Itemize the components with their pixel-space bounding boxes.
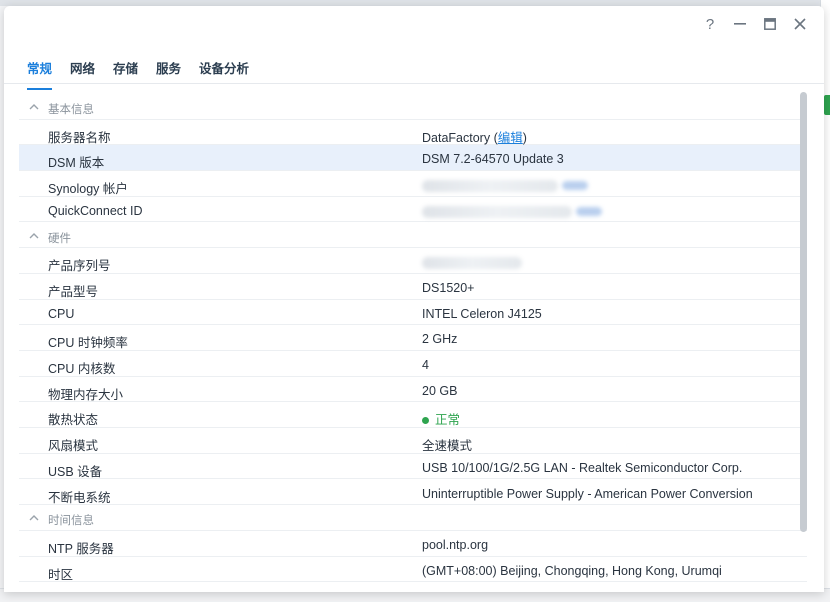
row-label: 风扇模式: [48, 439, 99, 454]
row-ntp-server: NTP 服务器 pool.ntp.org: [19, 531, 807, 557]
section-title: 时间信息: [48, 515, 94, 528]
section-title: 硬件: [48, 232, 71, 245]
redacted-text: [422, 179, 558, 192]
window-controls: ?: [700, 14, 810, 34]
row-quickconnect-id: QuickConnect ID: [19, 197, 807, 223]
section-hardware[interactable]: 硬件: [19, 223, 807, 249]
row-value: Uninterruptible Power Supply - American …: [422, 486, 753, 501]
row-cpu-cores: CPU 内核数 4: [19, 351, 807, 377]
minimize-icon: [734, 23, 746, 25]
row-value: 2 GHz: [422, 332, 458, 347]
row-label: 产品型号: [48, 284, 99, 299]
row-value: DS1520+: [422, 280, 475, 295]
row-label: 时区: [48, 567, 74, 582]
minimize-button[interactable]: [730, 14, 750, 34]
redacted-link[interactable]: [562, 181, 588, 191]
help-icon: ?: [705, 15, 715, 33]
tab-network[interactable]: 网络: [70, 58, 95, 77]
row-usb-device: USB 设备 USB 10/100/1G/2.5G LAN - Realtek …: [19, 454, 807, 480]
row-label: 产品序列号: [48, 259, 111, 274]
row-model: 产品型号 DS1520+: [19, 274, 807, 300]
status-ok-dot-icon: [422, 416, 429, 424]
row-value: DSM 7.2-64570 Update 3: [422, 152, 564, 167]
row-value: 20 GB: [422, 383, 458, 398]
row-dsm-version: DSM 版本 DSM 7.2-64570 Update 3: [19, 145, 807, 172]
chevron-up-icon: [29, 104, 39, 110]
thermal-status-text: 正常: [435, 413, 461, 428]
vertical-scrollbar[interactable]: [800, 92, 807, 532]
row-value: USB 10/100/1G/2.5G LAN - Realtek Semicon…: [422, 460, 743, 475]
row-cpu-clock: CPU 时钟频率 2 GHz: [19, 325, 807, 351]
section-basic-info[interactable]: 基本信息: [19, 94, 807, 120]
tab-device-analysis[interactable]: 设备分析: [199, 58, 249, 77]
redacted-text: [422, 256, 522, 269]
close-icon: [794, 18, 806, 30]
row-memory: 物理内存大小 20 GB: [19, 377, 807, 403]
row-value: 4: [422, 358, 429, 372]
row-cpu: CPU INTEL Celeron J4125: [19, 300, 807, 326]
info-center-window: ? 常规 网络 存储 服务 设备分析 基本信息 服务器名称 DataFactor…: [4, 6, 824, 592]
row-label: CPU 内核数: [48, 362, 116, 376]
row-fan-mode: 风扇模式 全速模式: [19, 428, 807, 454]
help-button[interactable]: ?: [700, 14, 720, 34]
row-label: USB 设备: [48, 464, 103, 479]
row-label: DSM 版本: [48, 156, 105, 171]
tab-general[interactable]: 常规: [27, 58, 53, 90]
row-label: QuickConnect ID: [48, 203, 143, 218]
row-thermal-status: 散热状态 正常: [19, 402, 807, 429]
maximize-icon: [764, 18, 776, 30]
tab-storage[interactable]: 存储: [113, 58, 138, 77]
info-list: 基本信息 服务器名称 DataFactory (编辑) DSM 版本 DSM 7…: [19, 94, 809, 592]
section-title: 基本信息: [48, 104, 94, 116]
row-label: Synology 帐户: [48, 182, 128, 197]
row-value: 正常: [422, 409, 460, 428]
redacted-text: [422, 205, 572, 218]
row-label: 散热状态: [48, 413, 99, 428]
row-label: 不断电系统: [48, 490, 111, 505]
tab-services[interactable]: 服务: [156, 58, 181, 77]
row-value: 全速模式: [422, 439, 473, 454]
section-time-info[interactable]: 时间信息: [19, 505, 807, 531]
chevron-up-icon: [29, 515, 39, 521]
row-value: pool.ntp.org: [422, 537, 489, 552]
row-label: CPU 时钟频率: [48, 336, 128, 351]
row-value-redacted: [422, 255, 522, 269]
row-value-redacted: [422, 204, 602, 218]
server-name-value: DataFactory: [422, 130, 491, 145]
row-label: CPU: [48, 306, 75, 321]
row-label: NTP 服务器: [48, 541, 114, 556]
row-server-name: 服务器名称 DataFactory (编辑): [19, 120, 807, 146]
row-label: 物理内存大小: [48, 387, 124, 402]
close-button[interactable]: [790, 14, 810, 34]
row-value: DataFactory (编辑): [422, 130, 527, 145]
edit-server-name-link[interactable]: 编辑: [498, 131, 523, 145]
background-green-indicator: [824, 95, 830, 115]
row-ups: 不断电系统 Uninterruptible Power Supply - Ame…: [19, 480, 807, 506]
row-synology-account: Synology 帐户: [19, 171, 807, 197]
tab-bar: 常规 网络 存储 服务 设备分析: [4, 46, 824, 90]
chevron-up-icon: [29, 232, 39, 238]
window-titlebar[interactable]: ?: [4, 6, 824, 42]
row-timezone: 时区 (GMT+08:00) Beijing, Chongqing, Hong …: [19, 557, 807, 583]
maximize-button[interactable]: [760, 14, 780, 34]
row-value: INTEL Celeron J4125: [422, 306, 542, 321]
row-value: (GMT+08:00) Beijing, Chongqing, Hong Kon…: [422, 563, 722, 578]
row-serial-number: 产品序列号: [19, 248, 807, 274]
row-value-redacted: [422, 178, 588, 192]
row-label: 服务器名称: [48, 130, 111, 145]
redacted-link[interactable]: [576, 207, 602, 216]
